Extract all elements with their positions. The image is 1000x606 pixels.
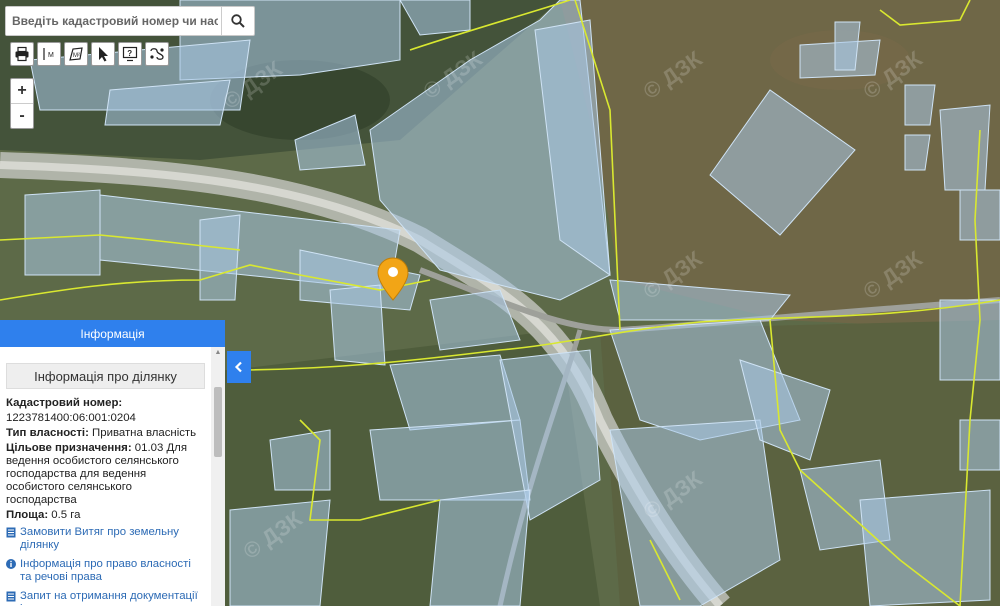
ownership-row: Тип власності: Приватна власність (6, 427, 205, 440)
help-button[interactable]: ? (118, 42, 142, 66)
area-value: 0.5 га (48, 509, 81, 521)
layers-icon (150, 48, 164, 60)
purpose-label: Цільове призначення: (6, 442, 132, 454)
area-label: Площа: (6, 509, 49, 521)
link-label: Замовити Витяг про земельну ділянку (20, 526, 179, 551)
info-panel: Інформація Інформація про ділянку Кадаст… (0, 320, 225, 606)
search-icon (231, 14, 245, 28)
help-icon: ? (122, 46, 138, 62)
search-box (5, 6, 255, 36)
document-icon (6, 527, 16, 538)
printer-icon (15, 46, 29, 62)
ownership-rights-link[interactable]: Інформація про право власності та речові… (6, 558, 205, 584)
map-toolbar: M M² ? (10, 42, 169, 66)
collapse-panel-button[interactable] (227, 351, 251, 383)
chevron-left-icon (234, 361, 242, 373)
link-label: Запит на отримання документації із земле… (20, 590, 198, 606)
info-icon (6, 559, 16, 569)
svg-text:M²: M² (73, 53, 80, 59)
measure-area-button[interactable]: M² (64, 42, 88, 66)
cadastral-label: Кадастровий номер: (6, 397, 123, 409)
search-input[interactable] (6, 7, 224, 35)
panel-scrollbar[interactable]: ▲ (211, 347, 225, 606)
cadastral-number: 1223781400:06:001:0204 (6, 412, 136, 424)
measure-distance-button[interactable]: M (37, 42, 61, 66)
ownership-value: Приватна власність (88, 427, 197, 439)
print-button[interactable] (10, 42, 34, 66)
panel-header: Інформація (0, 320, 225, 347)
document-icon (6, 591, 16, 602)
svg-text:?: ? (127, 49, 132, 58)
documentation-request-link[interactable]: Запит на отримання документації із земле… (6, 590, 205, 606)
ownership-label: Тип власності: (6, 427, 89, 439)
cursor-icon (99, 47, 108, 62)
scroll-up-icon[interactable]: ▲ (211, 347, 225, 359)
zoom-in-button[interactable]: + (11, 79, 33, 103)
svg-text:M: M (48, 52, 54, 59)
zoom-control: + - (10, 78, 34, 129)
layers-button[interactable] (145, 42, 169, 66)
search-button[interactable] (221, 7, 254, 35)
order-extract-link[interactable]: Замовити Витяг про земельну ділянку (6, 526, 205, 552)
select-button[interactable] (91, 42, 115, 66)
area-row: Площа: 0.5 га (6, 509, 205, 522)
purpose-row: Цільове призначення: 01.03 Для ведення о… (6, 442, 205, 507)
scroll-thumb[interactable] (214, 387, 222, 457)
section-title: Інформація про ділянку (6, 363, 205, 389)
measure-area-icon: M² (69, 47, 83, 61)
panel-body[interactable]: Інформація про ділянку Кадастровий номер… (0, 347, 211, 606)
measure-line-icon: M (43, 48, 54, 60)
zoom-out-button[interactable]: - (11, 103, 33, 128)
link-label: Інформація про право власності та речові… (20, 558, 191, 583)
